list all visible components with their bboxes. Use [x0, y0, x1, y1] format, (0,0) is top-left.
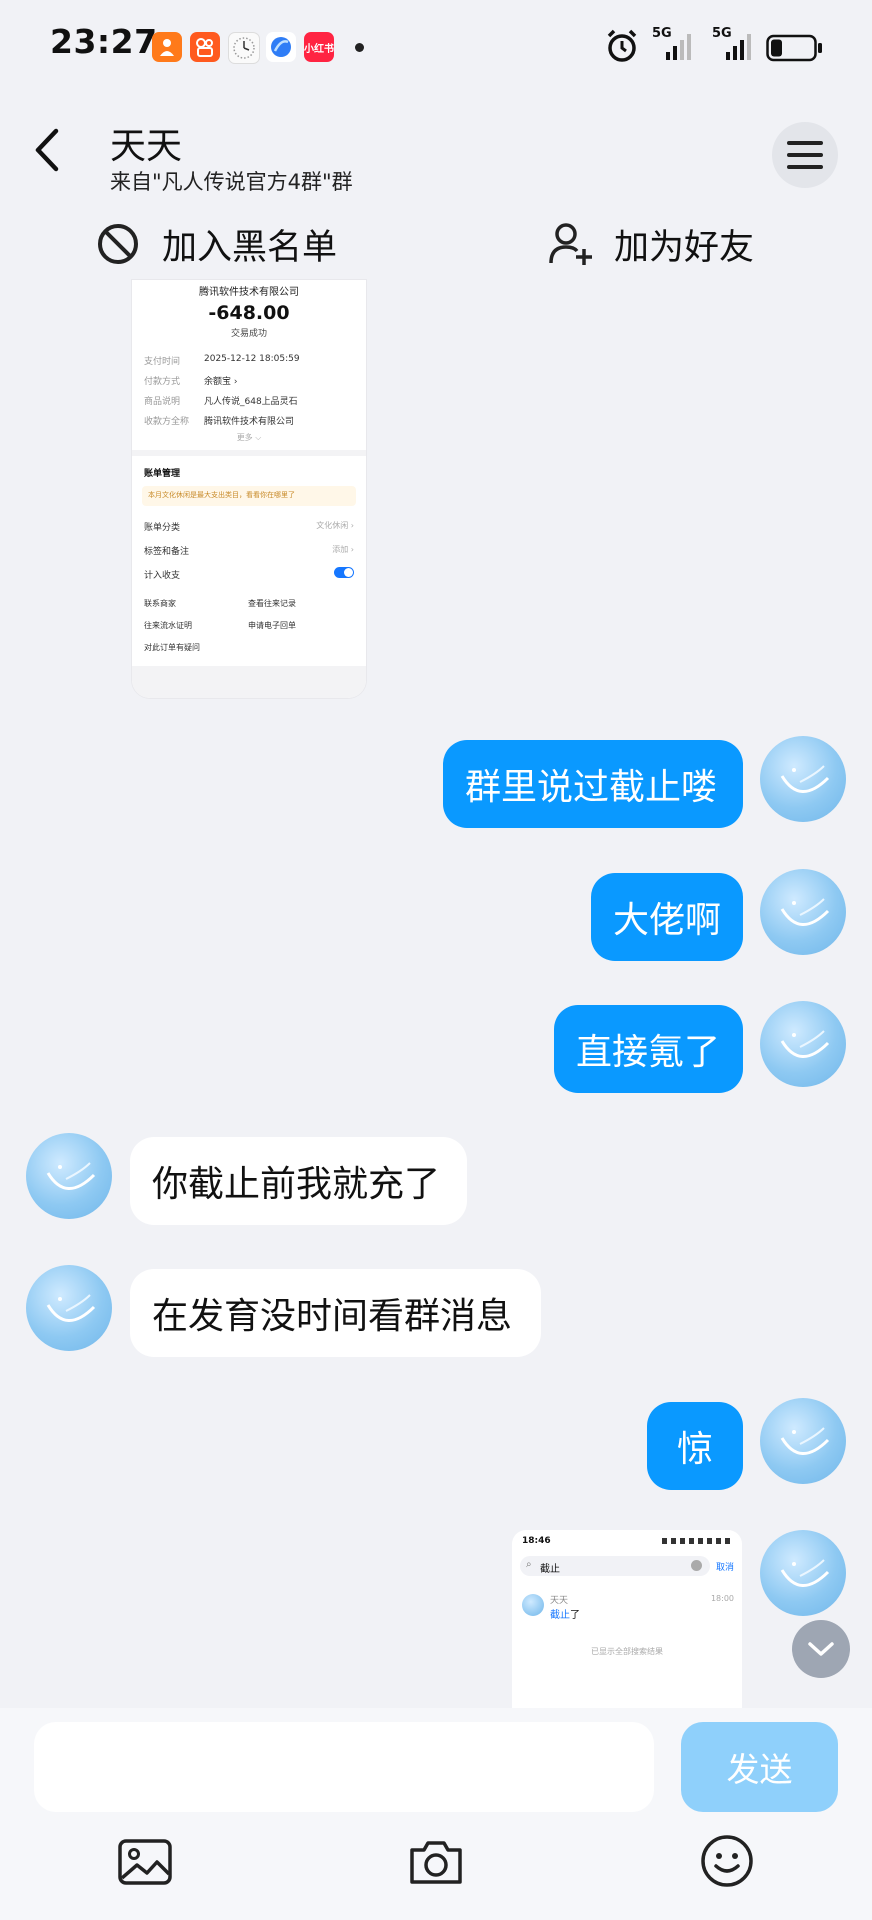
receipt-tip-text: 本月文化休闲是最大支出类目，看看你在哪里了 — [148, 491, 295, 499]
my-avatar[interactable] — [760, 1530, 846, 1616]
image-picker-button[interactable] — [117, 1838, 173, 1890]
receipt-row-key: 支付时间 — [144, 357, 181, 367]
friend-avatar[interactable] — [26, 1133, 112, 1219]
chat-subtitle: 来自"凡人传说官方4群"群 — [110, 170, 353, 194]
battery-icon — [766, 34, 824, 66]
thumb-search-text: 截止 — [540, 1564, 560, 1575]
thumb-msg-time: 18:00 — [710, 1594, 734, 1603]
hamburger-icon — [787, 141, 823, 169]
chevron-left-icon — [35, 128, 59, 172]
message-bubble[interactable]: 群里说过截止喽 — [443, 740, 743, 828]
camera-icon — [410, 1841, 462, 1884]
camera-button[interactable] — [408, 1838, 464, 1890]
thumb-message-rest: 了 — [570, 1610, 580, 1621]
receipt-row-value: 2025-12-12 18:05:59 — [204, 354, 300, 364]
blue-app-icon — [266, 32, 296, 62]
block-icon — [98, 224, 138, 264]
receipt-link: 查看往来记录 — [248, 599, 296, 608]
screenshot-image[interactable]: 18:46 ⌕ 截止 取消 天天 截止了 18:00 已显示全部搜索结果 — [512, 1530, 742, 1710]
signal-5g-icon: 5G — [652, 26, 702, 66]
my-avatar[interactable] — [760, 1001, 846, 1087]
receipt-row-key: 收款方全称 — [144, 417, 190, 427]
receipt-option-key: 计入收支 — [144, 571, 181, 581]
receipt-row-key: 商品说明 — [144, 397, 181, 407]
status-time: 23:27 — [50, 22, 158, 61]
chat-title: 天天 — [110, 126, 183, 167]
send-button[interactable]: 发送 — [681, 1722, 838, 1812]
receipt-option-value: 添加 › — [332, 545, 354, 554]
add-friend-button[interactable]: 加为好友 — [548, 212, 754, 276]
add-friend-label: 加为好友 — [614, 227, 755, 268]
thumb-avatar — [522, 1594, 544, 1616]
receipt-amount: -648.00 — [208, 302, 290, 324]
message-bubble[interactable]: 直接氪了 — [554, 1005, 743, 1093]
message-bubble[interactable]: 大佬啊 — [591, 873, 743, 961]
notification-dot — [355, 43, 364, 52]
thumb-search-box: ⌕ 截止 — [520, 1556, 710, 1576]
thumb-name: 天天 — [550, 1596, 569, 1606]
receipt-image[interactable]: 腾讯软件技术有限公司 -648.00 交易成功 支付时间 2025-12-12 … — [132, 280, 366, 698]
thumb-status-icons — [662, 1538, 734, 1544]
receipt-option-key: 账单分类 — [144, 523, 181, 533]
receipt-row-key: 付款方式 — [144, 377, 181, 387]
receipt-option-value: 文化休闲 › — [316, 521, 354, 530]
app-orange-icon — [152, 32, 182, 62]
receipt-more: 更多 ⌵ — [236, 433, 262, 442]
emoji-icon — [701, 1835, 753, 1887]
receipt-row-value: 凡人传说_648上品灵石 — [204, 397, 298, 407]
receipt-link: 联系商家 — [144, 599, 176, 608]
thumb-message: 截止了 — [550, 1606, 580, 1621]
thumb-cancel: 取消 — [716, 1563, 735, 1573]
my-avatar[interactable] — [760, 869, 846, 955]
thumb-footer: 已显示全部搜索结果 — [591, 1647, 663, 1656]
image-icon — [118, 1839, 172, 1885]
receipt-footer — [132, 666, 366, 698]
receipt-option-key: 标签和备注 — [144, 547, 190, 557]
thumb-time: 18:46 — [522, 1536, 551, 1546]
receipt-merchant: 腾讯软件技术有限公司 — [199, 287, 299, 298]
receipt-divider — [132, 450, 366, 456]
clock-app-icon — [228, 32, 260, 64]
alarm-icon — [604, 28, 640, 68]
friend-avatar[interactable] — [26, 1265, 112, 1351]
my-avatar[interactable] — [760, 736, 846, 822]
xiaohongshu-icon: 小红书 — [304, 32, 334, 62]
receipt-row-value: 余额宝 › — [204, 377, 238, 387]
my-avatar[interactable] — [760, 1398, 846, 1484]
scroll-to-bottom-button[interactable] — [792, 1620, 850, 1678]
emoji-button[interactable] — [700, 1834, 754, 1892]
receipt-link: 对此订单有疑问 — [144, 643, 200, 652]
blacklist-label: 加入黑名单 — [162, 227, 338, 268]
receipt-tip: 本月文化休闲是最大支出类目，看看你在哪里了 — [142, 486, 356, 506]
blacklist-button[interactable]: 加入黑名单 — [96, 212, 337, 276]
receipt-section-title: 账单管理 — [144, 469, 181, 479]
receipt-toggle — [334, 567, 354, 578]
chevron-down-icon — [808, 1642, 834, 1656]
receipt-row-value: 腾讯软件技术有限公司 — [204, 417, 295, 427]
back-button[interactable] — [30, 125, 66, 175]
message-bubble[interactable]: 惊 — [647, 1402, 743, 1490]
message-bubble[interactable]: 你截止前我就充了 — [130, 1137, 467, 1225]
signal-5g-icon-2: 5G — [712, 26, 762, 66]
receipt-status: 交易成功 — [230, 329, 267, 339]
menu-button[interactable] — [772, 122, 838, 188]
message-input[interactable] — [34, 1722, 654, 1812]
thumb-highlight: 截止 — [550, 1610, 570, 1621]
clear-icon — [691, 1560, 702, 1571]
receipt-link: 申请电子回单 — [248, 621, 296, 630]
receipt-link: 往来流水证明 — [144, 621, 192, 630]
add-user-icon — [549, 223, 592, 265]
kuaishou-icon — [190, 32, 220, 62]
message-bubble[interactable]: 在发育没时间看群消息 — [130, 1269, 541, 1357]
search-icon: ⌕ — [526, 1559, 532, 1570]
